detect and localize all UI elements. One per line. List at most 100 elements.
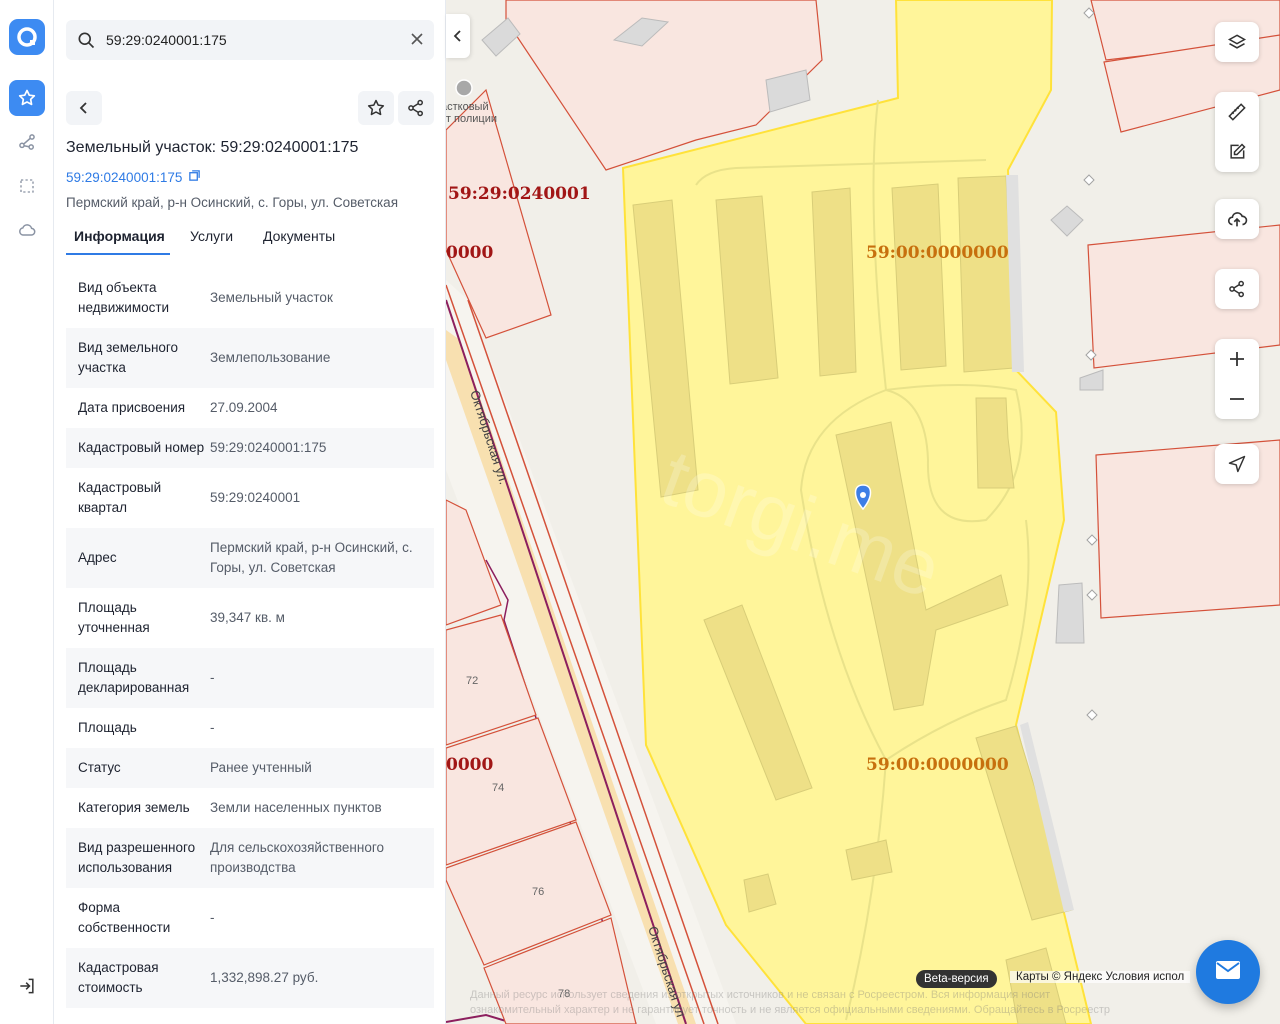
left-rail: [0, 0, 54, 1024]
cadastral-number-link[interactable]: 59:29:0240001:175: [66, 169, 201, 185]
property-row: Кадастровая стоимость 1,332,898.27 руб.: [66, 948, 434, 1008]
property-key: Форма собственности: [78, 900, 171, 935]
property-value: Ранее учтенный: [210, 760, 312, 775]
ruler-icon[interactable]: [1215, 92, 1259, 132]
map-view[interactable]: астковый кт полиции Октябрьская ул. Октя…: [446, 0, 1280, 1024]
navigate-icon[interactable]: [1215, 444, 1259, 484]
police-label-1: астковый: [446, 101, 489, 113]
search-box: [66, 20, 434, 60]
back-button[interactable]: [66, 91, 102, 125]
property-value: Землепользование: [210, 350, 331, 365]
zoom-out-icon[interactable]: [1215, 379, 1259, 419]
police-label-2: кт полиции: [446, 113, 497, 125]
logout-icon[interactable]: [15, 974, 39, 998]
property-key: Вид разрешенного использования: [78, 840, 196, 875]
property-row: Вид объекта недвижимости Земельный участо…: [66, 268, 434, 328]
property-key: Кадастровая стоимость: [78, 960, 159, 995]
quarter-label: 59:29:0240001: [448, 184, 591, 204]
property-value: 59:29:0240001:175: [210, 440, 327, 455]
parcel-address: Пермский край, р-н Осинский, с. Горы, ул…: [66, 195, 399, 210]
property-value: 59:29:0240001: [210, 490, 301, 505]
disclaimer-line-2: ознакомительный характер и не гарантируе…: [470, 1004, 1110, 1016]
tab-services[interactable]: Услуги: [190, 228, 233, 244]
property-row: Кадастровый номер 59:29:0240001:175: [66, 428, 434, 468]
edit-icon[interactable]: [1215, 132, 1259, 172]
collapse-panel-button[interactable]: [446, 14, 470, 58]
house-number: 74: [492, 782, 504, 794]
property-key: Площадь уточненная: [78, 600, 150, 635]
layers-icon[interactable]: [1215, 22, 1259, 62]
property-row: Вид земельного участка Землепользование: [66, 328, 434, 388]
cadastral-number-text[interactable]: 59:29:0240001:175: [66, 170, 182, 185]
property-row: Площадь -: [66, 708, 434, 748]
police-poi-icon[interactable]: [455, 79, 473, 97]
tab-information[interactable]: Информация: [74, 228, 165, 244]
feedback-mail-button[interactable]: [1196, 940, 1260, 1004]
property-row: Кадастровый квартал 59:29:0240001: [66, 468, 434, 528]
house-number: 72: [466, 675, 478, 687]
property-value: 1,332,898.27 руб.: [210, 970, 319, 985]
tab-bar: Информация Услуги Документы: [66, 226, 434, 256]
property-row: Площадь декларированная -: [66, 648, 434, 708]
property-value: -: [210, 720, 215, 735]
zone-edge-label-top: 0000: [446, 243, 493, 263]
property-value: 39,347 кв. м: [210, 610, 285, 625]
property-row: Дата присвоения 27.09.2004: [66, 388, 434, 428]
disclaimer-line-1: Данный ресурс использует сведения из отк…: [470, 989, 1051, 1001]
clear-search-icon[interactable]: [410, 32, 424, 51]
copy-icon[interactable]: [188, 169, 201, 185]
tab-documents[interactable]: Документы: [263, 228, 335, 244]
map-copyright[interactable]: Карты © Яндекс Условия испол: [1010, 971, 1191, 983]
active-tab-indicator: [66, 253, 170, 255]
parcel-title: Земельный участок: 59:29:0240001:175: [66, 139, 359, 156]
mail-icon: [1215, 960, 1241, 985]
property-row: Вид разрешенного использования Для сельск…: [66, 828, 434, 888]
geolocation-control: [1215, 444, 1259, 484]
house-number: 76: [532, 886, 544, 898]
property-value: Земельный участок: [210, 290, 333, 305]
tools-control: [1215, 92, 1259, 172]
zoom-control: [1215, 339, 1259, 419]
property-value: -: [210, 910, 215, 925]
property-key: Дата присвоения: [78, 400, 186, 415]
property-row: Площадь уточненная 39,347 кв. м: [66, 588, 434, 648]
favorites-icon[interactable]: [9, 80, 45, 116]
share-map-icon[interactable]: [1215, 269, 1259, 309]
property-key: Площадь декларированная: [78, 660, 190, 695]
share-map-control: [1215, 269, 1259, 309]
property-key: Кадастровый номер: [78, 440, 205, 455]
beta-badge: Beta-версия: [916, 970, 997, 988]
cloud-upload-icon[interactable]: [1215, 199, 1259, 239]
map-disclaimer: Данный ресурс использует сведения из отк…: [470, 988, 1170, 1018]
layers-control: [1215, 22, 1259, 62]
zone-label-top: 59:00:0000000: [866, 243, 1009, 263]
property-key: Вид объекта недвижимости: [78, 280, 170, 315]
zone-label-bottom: 59:00:0000000: [866, 755, 1009, 775]
property-key: Адрес: [78, 550, 117, 565]
cloud-icon[interactable]: [15, 218, 39, 242]
property-key: Вид земельного участка: [78, 340, 179, 375]
property-value: Для сельскохозяйственного производства: [210, 840, 384, 875]
property-row: Форма собственности -: [66, 888, 434, 948]
zone-edge-label-bottom: 0000: [446, 755, 493, 775]
property-value: Пермский край, р-н Осинский, с. Горы, ул…: [210, 540, 413, 575]
upload-control: [1215, 199, 1259, 239]
property-row: Категория земель Земли населенных пунктов: [66, 788, 434, 828]
search-icon: [76, 30, 96, 55]
property-key: Площадь: [78, 720, 137, 735]
property-value: Земли населенных пунктов: [210, 800, 382, 815]
property-value: 27.09.2004: [210, 400, 278, 415]
route-icon[interactable]: [15, 130, 39, 154]
property-row: Адрес Пермский край, р-н Осинский, с. Гор…: [66, 528, 434, 588]
share-button[interactable]: [398, 91, 434, 125]
property-key: Категория земель: [78, 800, 190, 815]
search-input[interactable]: [106, 20, 396, 60]
property-row: Статус Ранее учтенный: [66, 748, 434, 788]
property-value: -: [210, 670, 215, 685]
add-favorite-button[interactable]: [358, 91, 394, 125]
zoom-in-icon[interactable]: [1215, 339, 1259, 379]
property-key: Статус: [78, 760, 121, 775]
property-key: Кадастровый квартал: [78, 480, 162, 515]
select-area-icon[interactable]: [15, 174, 39, 198]
app-logo-icon[interactable]: [9, 19, 45, 55]
